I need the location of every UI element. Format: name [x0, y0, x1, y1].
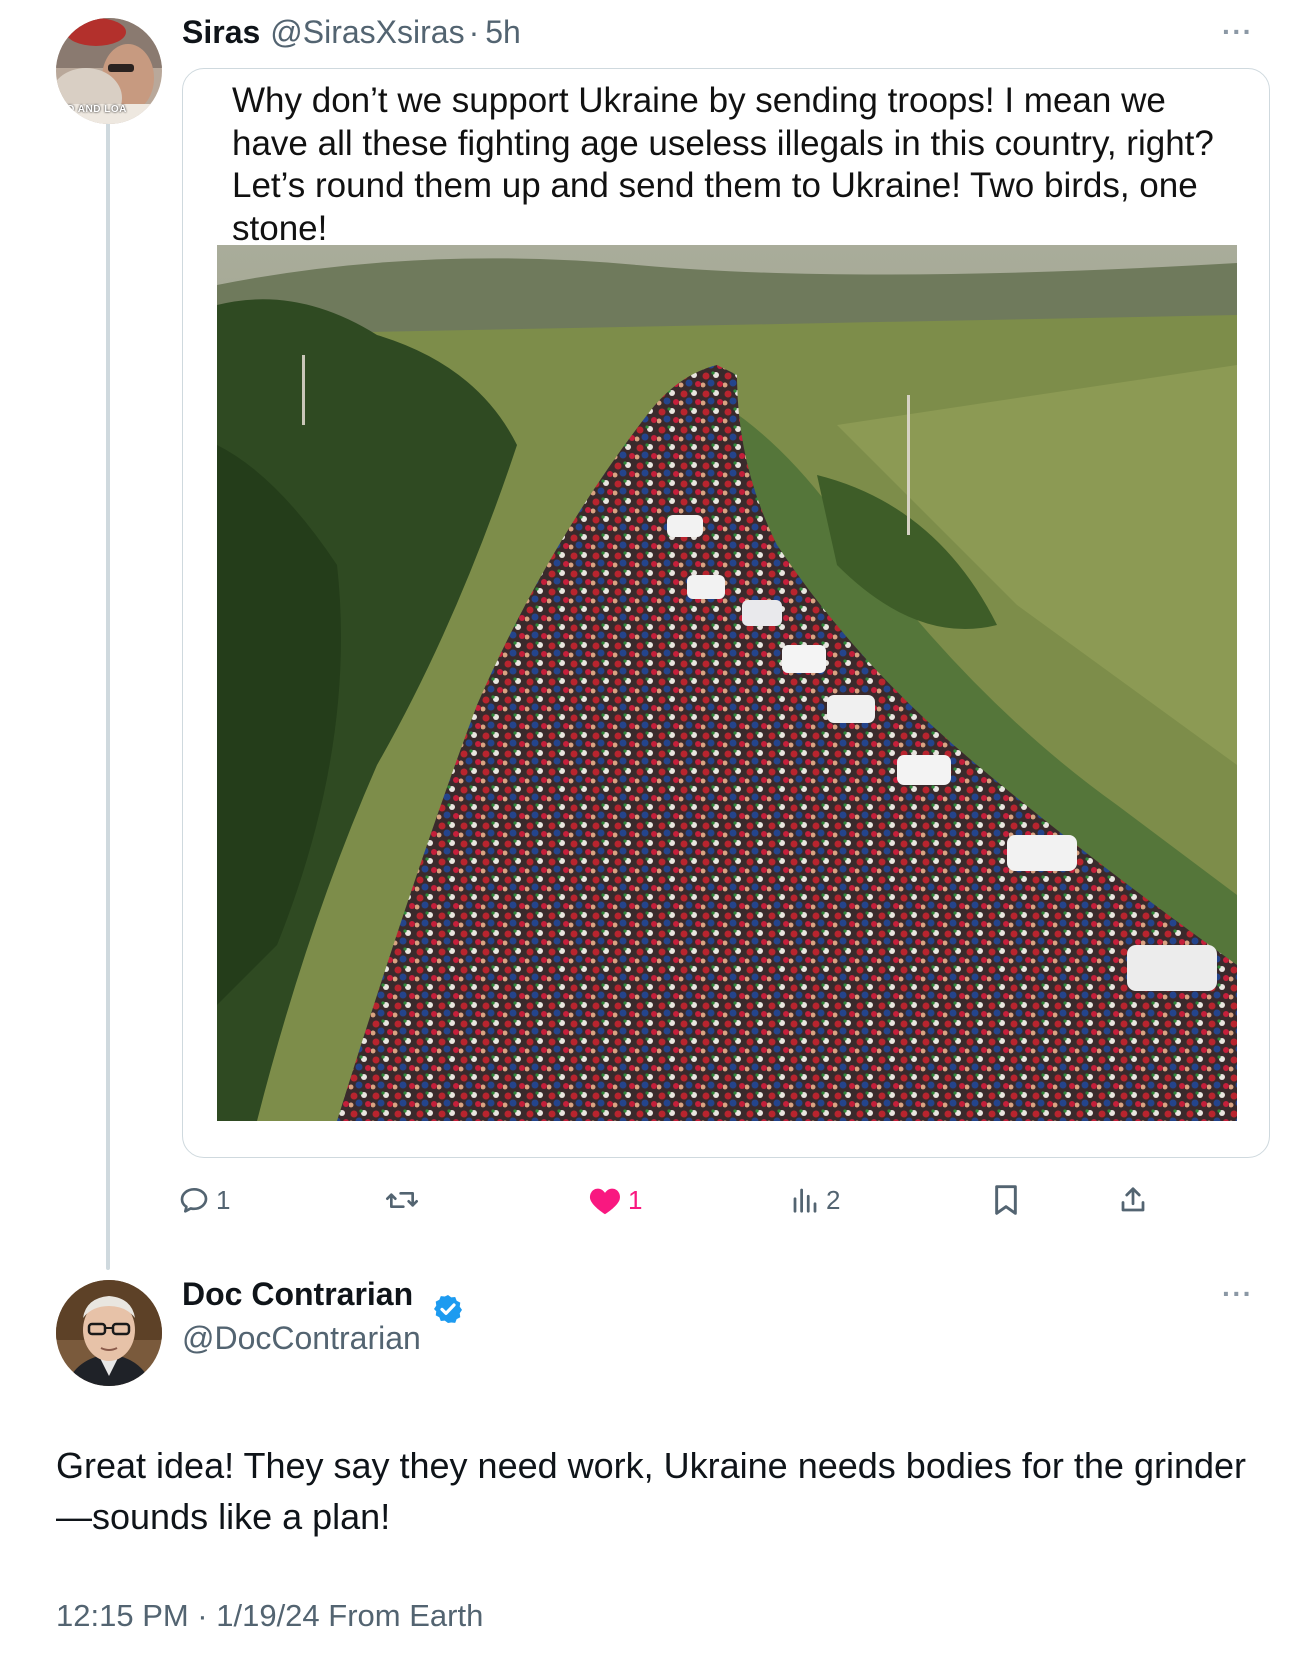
- repost-button[interactable]: [384, 1180, 426, 1220]
- card-caption-text: Why don’t we support Ukraine by sending …: [232, 81, 1214, 248]
- crowd-on-road-photo[interactable]: [217, 245, 1237, 1121]
- avatar-siras-caption: ED AND LOA: [60, 104, 127, 115]
- reply-button[interactable]: 1: [178, 1180, 230, 1220]
- avatar-doc-contrarian[interactable]: [56, 1280, 162, 1386]
- views-count: 2: [826, 1184, 841, 1215]
- reply-author-handle[interactable]: @DocContrarian: [182, 1320, 421, 1357]
- share-button[interactable]: [1118, 1180, 1148, 1220]
- reply-more-horizontal-icon[interactable]: ···: [1222, 1278, 1253, 1310]
- reply-author-name-row: Doc Contrarian: [182, 1276, 413, 1313]
- like-count: 1: [628, 1184, 643, 1215]
- views-button[interactable]: 2: [790, 1180, 840, 1220]
- reply-author-name[interactable]: Doc Contrarian: [182, 1276, 413, 1312]
- avatar-doc-contrarian-image: [56, 1280, 162, 1386]
- thread-connector-line: [106, 120, 110, 1270]
- avatar-siras[interactable]: ED AND LOA: [56, 18, 162, 124]
- share-icon: [1121, 1187, 1145, 1212]
- repost-icon: [386, 1192, 418, 1208]
- header-separator: ·: [468, 14, 480, 50]
- post-time-ago[interactable]: 5h: [485, 14, 521, 51]
- more-horizontal-icon[interactable]: ···: [1222, 16, 1253, 48]
- like-button[interactable]: 1: [588, 1180, 642, 1220]
- crowd-photo-illustration: [217, 245, 1237, 1121]
- author-name[interactable]: Siras: [182, 14, 260, 51]
- author-handle[interactable]: @SirasXsiras: [270, 14, 464, 51]
- reply-body-text: Great idea! They say they need work, Ukr…: [56, 1445, 1247, 1537]
- views-icon: [793, 1188, 817, 1213]
- quoted-post-header: Siras @SirasXsiras · 5h: [182, 14, 521, 51]
- verified-badge-icon[interactable]: [432, 1293, 464, 1325]
- bookmark-icon: [995, 1185, 1017, 1215]
- reply-count: 1: [216, 1184, 231, 1215]
- bookmark-button[interactable]: [992, 1180, 1020, 1220]
- heart-filled-icon: [589, 1188, 621, 1215]
- reply-icon: [180, 1188, 208, 1213]
- reply-timestamp[interactable]: 12:15 PM · 1/19/24 From Earth: [56, 1598, 483, 1634]
